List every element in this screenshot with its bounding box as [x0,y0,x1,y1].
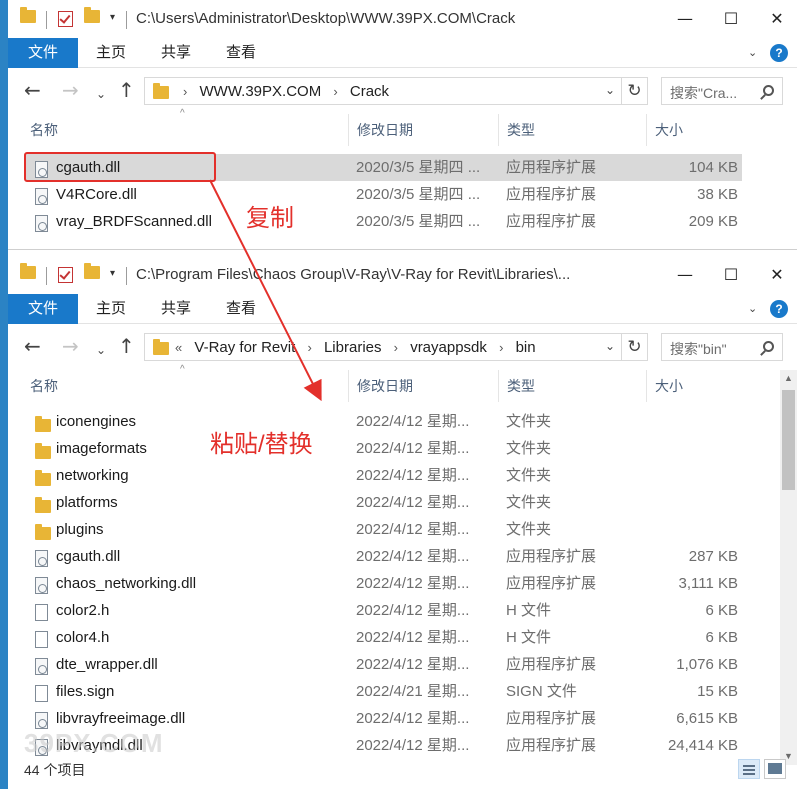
paste-replace-annotation: 粘贴/替换 [210,431,313,458]
copy-to-paste-arrow [209,179,322,402]
copy-annotation: 复制 [246,205,294,232]
watermark: 39PX.COM [24,728,164,758]
